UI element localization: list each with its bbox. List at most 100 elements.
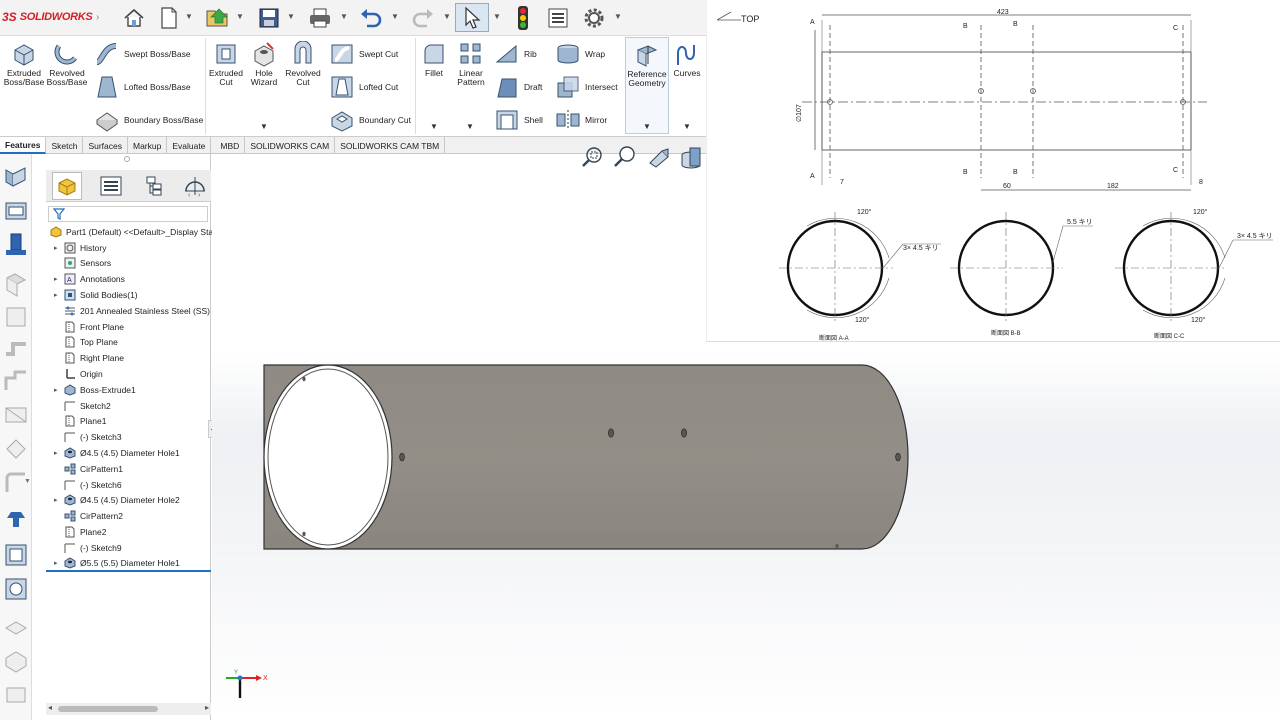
tree-item[interactable]: Front Plane xyxy=(46,319,211,335)
draft-button[interactable]: Draft xyxy=(494,75,542,99)
tree-item[interactable]: ▸ Boss-Extrude1 xyxy=(46,382,211,398)
hole-feature[interactable] xyxy=(399,452,405,462)
miter-flange-icon[interactable] xyxy=(3,272,29,298)
chevron-down-icon[interactable]: ▼ xyxy=(493,12,501,21)
property-manager-tab[interactable] xyxy=(96,172,126,200)
new-document-icon[interactable] xyxy=(156,3,182,32)
configuration-manager-tab[interactable] xyxy=(140,172,170,200)
redo-icon[interactable] xyxy=(408,3,438,32)
lofted-cut-button[interactable]: Lofted Cut xyxy=(329,75,398,99)
expand-arrow-icon[interactable]: ▸ xyxy=(54,559,58,567)
print-icon[interactable] xyxy=(305,3,335,32)
tree-item[interactable]: Plane2 xyxy=(46,524,211,540)
hole-feature[interactable] xyxy=(302,376,306,382)
chevron-down-icon[interactable]: ▼ xyxy=(24,478,31,485)
solidworks-logo[interactable]: 3S SOLIDWORKS xyxy=(2,8,94,26)
previous-view-icon[interactable] xyxy=(646,145,672,169)
tab-evaluate[interactable]: Evaluate xyxy=(167,137,212,154)
tab-surfaces[interactable]: Surfaces xyxy=(83,137,128,154)
lofted-bend-icon[interactable] xyxy=(3,436,29,462)
extruded-boss-button[interactable]: Extruded Boss/Base xyxy=(4,41,44,87)
lofted-boss-button[interactable]: Lofted Boss/Base xyxy=(94,75,191,99)
chevron-left-icon[interactable]: ‹ xyxy=(188,192,190,199)
chevron-down-icon[interactable]: ▼ xyxy=(643,122,651,131)
hole-feature[interactable] xyxy=(895,452,901,462)
feature-tree-filter[interactable] xyxy=(48,206,208,222)
chevron-down-icon[interactable]: ▼ xyxy=(614,12,622,21)
tab-mbd[interactable]: MBD xyxy=(215,137,246,154)
tree-item[interactable]: CirPattern1 xyxy=(46,461,211,477)
no-bends-icon[interactable] xyxy=(3,682,29,708)
expand-arrow-icon[interactable]: ▸ xyxy=(54,291,58,299)
forming-tool-icon[interactable] xyxy=(3,504,29,530)
extruded-cut-button[interactable]: Extruded Cut xyxy=(207,41,245,87)
chevron-down-icon[interactable]: ▼ xyxy=(430,122,438,131)
swept-cut-button[interactable]: Swept Cut xyxy=(329,42,398,66)
rebuild-traffic-light-icon[interactable] xyxy=(510,3,536,32)
expand-arrow-icon[interactable]: ▸ xyxy=(54,496,58,504)
tree-item[interactable]: Origin xyxy=(46,366,211,382)
edge-flange-icon[interactable] xyxy=(3,232,29,258)
tree-item[interactable]: (-) Sketch9 xyxy=(46,540,211,556)
boundary-cut-button[interactable]: Boundary Cut xyxy=(329,108,411,132)
tab-markup[interactable]: Markup xyxy=(128,137,168,154)
tree-item[interactable]: Sketch2 xyxy=(46,398,211,414)
chevron-down-icon[interactable]: ▼ xyxy=(260,122,268,131)
tree-item[interactable]: ▸ History xyxy=(46,240,211,256)
chevron-right-icon[interactable]: › xyxy=(198,192,200,199)
hole-feature[interactable] xyxy=(608,428,614,438)
tab-sketch[interactable]: Sketch xyxy=(46,137,84,154)
tree-item[interactable]: Right Plane xyxy=(46,350,211,366)
select-pointer-icon[interactable] xyxy=(455,3,489,32)
hole-feature[interactable] xyxy=(681,428,687,438)
hole-wizard-button[interactable]: Hole Wizard xyxy=(246,41,282,87)
fillet-button[interactable]: Fillet xyxy=(418,41,450,78)
chevron-left-icon[interactable]: ◂ xyxy=(48,703,52,712)
intersect-button[interactable]: Intersect xyxy=(555,75,618,99)
chevron-down-icon[interactable]: ▼ xyxy=(287,12,295,21)
tree-item[interactable]: CirPattern2 xyxy=(46,508,211,524)
tube-open-end[interactable] xyxy=(263,364,393,550)
chevron-down-icon[interactable]: ▼ xyxy=(391,12,399,21)
options-gear-icon[interactable] xyxy=(580,3,608,32)
section-view-icon[interactable] xyxy=(678,145,704,169)
chevron-right-icon[interactable]: › xyxy=(96,12,99,23)
hole-feature[interactable] xyxy=(835,544,839,548)
jog-icon[interactable] xyxy=(3,336,29,362)
tree-item[interactable]: ▸ Ø4.5 (4.5) Diameter Hole2 xyxy=(46,493,211,509)
base-flange-icon[interactable] xyxy=(3,198,29,224)
rip-icon[interactable] xyxy=(3,648,29,674)
zoom-to-fit-icon[interactable] xyxy=(580,145,606,169)
expand-arrow-icon[interactable]: ▸ xyxy=(54,449,58,457)
tree-item[interactable]: Part1 (Default) <<Default>_Display Sta xyxy=(46,224,213,240)
mirror-button[interactable]: Mirror xyxy=(555,108,607,132)
chevron-down-icon[interactable]: ▼ xyxy=(683,122,691,131)
flatten-icon[interactable] xyxy=(3,542,29,568)
tab-solidworks-cam-tbm[interactable]: SOLIDWORKS CAM TBM xyxy=(335,137,446,154)
wrap-button[interactable]: Wrap xyxy=(555,42,605,66)
chevron-down-icon[interactable]: ▼ xyxy=(236,12,244,21)
horizontal-scrollbar[interactable]: ◂ ▸ xyxy=(46,703,211,715)
sketched-bend-icon[interactable] xyxy=(3,368,29,394)
hem-icon[interactable] xyxy=(3,304,29,330)
zoom-to-area-icon[interactable] xyxy=(612,145,638,169)
feature-manager-tab[interactable] xyxy=(52,172,82,200)
chevron-down-icon[interactable]: ▼ xyxy=(185,12,193,21)
chevron-down-icon[interactable]: ▼ xyxy=(443,12,451,21)
fold-icon[interactable] xyxy=(3,614,29,640)
undo-icon[interactable] xyxy=(356,3,386,32)
tree-item[interactable]: (-) Sketch3 xyxy=(46,429,211,445)
hole-feature[interactable] xyxy=(302,531,306,537)
cross-break-icon[interactable] xyxy=(3,402,29,428)
save-icon[interactable] xyxy=(255,3,283,32)
unfold-icon[interactable] xyxy=(3,576,29,602)
revolved-cut-button[interactable]: Revolved Cut xyxy=(284,41,322,87)
expand-arrow-icon[interactable]: ▸ xyxy=(54,244,58,252)
file-properties-icon[interactable] xyxy=(544,3,572,32)
tree-item[interactable]: ▸ Ø5.5 (5.5) Diameter Hole1 xyxy=(46,556,211,572)
tree-item[interactable]: ▸ A Annotations xyxy=(46,271,211,287)
home-icon[interactable] xyxy=(120,3,148,32)
tree-item[interactable]: Plane1 xyxy=(46,414,211,430)
tree-item[interactable]: Top Plane xyxy=(46,335,211,351)
tab-features[interactable]: Features xyxy=(0,137,47,154)
